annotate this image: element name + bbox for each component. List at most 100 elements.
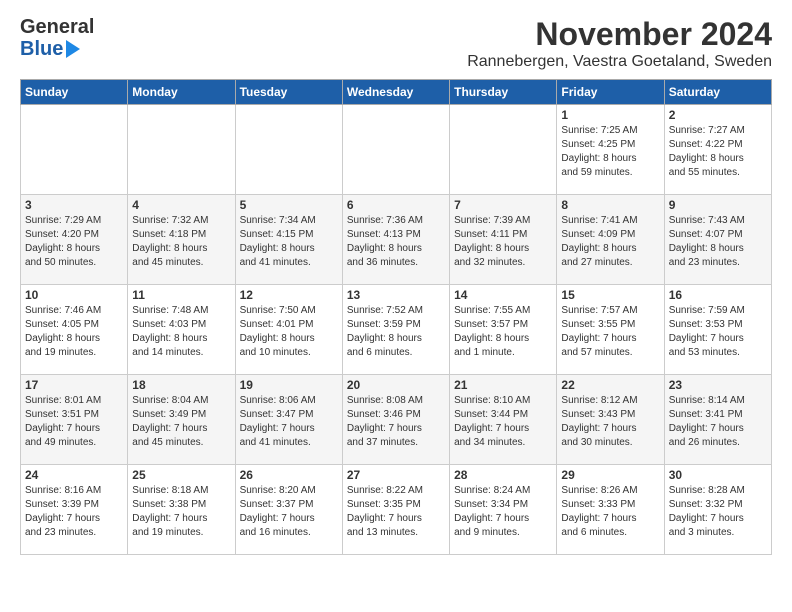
day-number: 7: [454, 198, 552, 212]
calendar-day-cell: 24Sunrise: 8:16 AM Sunset: 3:39 PM Dayli…: [21, 465, 128, 555]
day-info: Sunrise: 8:08 AM Sunset: 3:46 PM Dayligh…: [347, 394, 445, 450]
calendar-day-cell: 18 Sunrise: 8:04 AM Sunset: 3:49 PM Dayli…: [128, 375, 235, 465]
day-number: 9: [669, 198, 767, 212]
day-info: Sunrise: 8:14 AM Sunset: 3:41 PM Dayligh…: [669, 394, 767, 450]
calendar-week-row: 1 Sunrise: 7:25 AM Sunset: 4:25 PM Daylig…: [21, 105, 772, 195]
calendar-day-cell: [21, 105, 128, 195]
day-number: 26: [240, 468, 338, 482]
day-info: Sunrise: 7:43 AM Sunset: 4:07 PM Dayligh…: [669, 214, 767, 270]
day-number: 2: [669, 108, 767, 122]
calendar-day-cell: 9 Sunrise: 7:43 AM Sunset: 4:07 PM Daylig…: [664, 195, 771, 285]
day-info: Sunrise: 8:01 AM Sunset: 3:51 PM Dayligh…: [25, 394, 123, 450]
calendar-day-cell: 23 Sunrise: 8:14 AM Sunset: 3:41 PM Dayli…: [664, 375, 771, 465]
calendar-day-cell: 21Sunrise: 8:10 AM Sunset: 3:44 PM Dayli…: [450, 375, 557, 465]
calendar-day-cell: 10Sunrise: 7:46 AM Sunset: 4:05 PM Dayli…: [21, 285, 128, 375]
logo-blue: Blue: [20, 38, 63, 60]
location-title: Rannebergen, Vaestra Goetaland, Sweden: [467, 53, 772, 71]
day-info: Sunrise: 7:36 AM Sunset: 4:13 PM Dayligh…: [347, 214, 445, 270]
calendar-day-cell: 8Sunrise: 7:41 AM Sunset: 4:09 PM Daylig…: [557, 195, 664, 285]
day-number: 17: [25, 378, 123, 392]
day-info: Sunrise: 8:10 AM Sunset: 3:44 PM Dayligh…: [454, 394, 552, 450]
day-number: 16: [669, 288, 767, 302]
calendar-week-row: 3 Sunrise: 7:29 AM Sunset: 4:20 PM Daylig…: [21, 195, 772, 285]
day-info: Sunrise: 7:52 AM Sunset: 3:59 PM Dayligh…: [347, 304, 445, 360]
calendar-day-cell: 1 Sunrise: 7:25 AM Sunset: 4:25 PM Daylig…: [557, 105, 664, 195]
header: General Blue November 2024 Rannebergen, …: [20, 16, 772, 71]
weekday-header: Wednesday: [342, 80, 449, 105]
calendar: SundayMondayTuesdayWednesdayThursdayFrid…: [20, 79, 772, 555]
day-info: Sunrise: 8:20 AM Sunset: 3:37 PM Dayligh…: [240, 484, 338, 540]
day-number: 18: [132, 378, 230, 392]
day-info: Sunrise: 7:59 AM Sunset: 3:53 PM Dayligh…: [669, 304, 767, 360]
day-info: Sunrise: 7:48 AM Sunset: 4:03 PM Dayligh…: [132, 304, 230, 360]
weekday-header: Saturday: [664, 80, 771, 105]
logo: General Blue: [20, 16, 94, 60]
day-info: Sunrise: 8:16 AM Sunset: 3:39 PM Dayligh…: [25, 484, 123, 540]
weekday-header: Monday: [128, 80, 235, 105]
day-info: Sunrise: 7:55 AM Sunset: 3:57 PM Dayligh…: [454, 304, 552, 360]
calendar-day-cell: 28 Sunrise: 8:24 AM Sunset: 3:34 PM Dayli…: [450, 465, 557, 555]
day-number: 5: [240, 198, 338, 212]
day-number: 28: [454, 468, 552, 482]
day-info: Sunrise: 8:04 AM Sunset: 3:49 PM Dayligh…: [132, 394, 230, 450]
calendar-day-cell: 25Sunrise: 8:18 AM Sunset: 3:38 PM Dayli…: [128, 465, 235, 555]
calendar-day-cell: 2 Sunrise: 7:27 AM Sunset: 4:22 PM Daylig…: [664, 105, 771, 195]
calendar-day-cell: [235, 105, 342, 195]
calendar-day-cell: 12 Sunrise: 7:50 AM Sunset: 4:01 PM Dayli…: [235, 285, 342, 375]
calendar-day-cell: 15Sunrise: 7:57 AM Sunset: 3:55 PM Dayli…: [557, 285, 664, 375]
calendar-day-cell: 11Sunrise: 7:48 AM Sunset: 4:03 PM Dayli…: [128, 285, 235, 375]
day-number: 27: [347, 468, 445, 482]
day-info: Sunrise: 7:41 AM Sunset: 4:09 PM Dayligh…: [561, 214, 659, 270]
logo-arrow-icon: [66, 40, 80, 58]
weekday-header: Sunday: [21, 80, 128, 105]
day-info: Sunrise: 7:57 AM Sunset: 3:55 PM Dayligh…: [561, 304, 659, 360]
day-info: Sunrise: 7:27 AM Sunset: 4:22 PM Dayligh…: [669, 124, 767, 180]
calendar-day-cell: 27 Sunrise: 8:22 AM Sunset: 3:35 PM Dayli…: [342, 465, 449, 555]
calendar-day-cell: [342, 105, 449, 195]
day-info: Sunrise: 7:25 AM Sunset: 4:25 PM Dayligh…: [561, 124, 659, 180]
calendar-day-cell: 4 Sunrise: 7:32 AM Sunset: 4:18 PM Daylig…: [128, 195, 235, 285]
day-number: 19: [240, 378, 338, 392]
day-info: Sunrise: 7:46 AM Sunset: 4:05 PM Dayligh…: [25, 304, 123, 360]
day-number: 14: [454, 288, 552, 302]
day-info: Sunrise: 8:26 AM Sunset: 3:33 PM Dayligh…: [561, 484, 659, 540]
weekday-header: Tuesday: [235, 80, 342, 105]
day-number: 23: [669, 378, 767, 392]
calendar-day-cell: 22 Sunrise: 8:12 AM Sunset: 3:43 PM Dayli…: [557, 375, 664, 465]
day-info: Sunrise: 8:28 AM Sunset: 3:32 PM Dayligh…: [669, 484, 767, 540]
calendar-day-cell: 26 Sunrise: 8:20 AM Sunset: 3:37 PM Dayli…: [235, 465, 342, 555]
calendar-day-cell: 6Sunrise: 7:36 AM Sunset: 4:13 PM Daylig…: [342, 195, 449, 285]
day-info: Sunrise: 8:22 AM Sunset: 3:35 PM Dayligh…: [347, 484, 445, 540]
calendar-day-cell: [128, 105, 235, 195]
day-info: Sunrise: 7:50 AM Sunset: 4:01 PM Dayligh…: [240, 304, 338, 360]
calendar-day-cell: 3 Sunrise: 7:29 AM Sunset: 4:20 PM Daylig…: [21, 195, 128, 285]
day-number: 1: [561, 108, 659, 122]
month-title: November 2024: [467, 16, 772, 53]
day-info: Sunrise: 7:29 AM Sunset: 4:20 PM Dayligh…: [25, 214, 123, 270]
calendar-day-cell: [450, 105, 557, 195]
calendar-day-cell: 14 Sunrise: 7:55 AM Sunset: 3:57 PM Dayli…: [450, 285, 557, 375]
day-info: Sunrise: 7:34 AM Sunset: 4:15 PM Dayligh…: [240, 214, 338, 270]
calendar-day-cell: 16 Sunrise: 7:59 AM Sunset: 3:53 PM Dayli…: [664, 285, 771, 375]
calendar-week-row: 10Sunrise: 7:46 AM Sunset: 4:05 PM Dayli…: [21, 285, 772, 375]
calendar-day-cell: 13 Sunrise: 7:52 AM Sunset: 3:59 PM Dayli…: [342, 285, 449, 375]
day-number: 13: [347, 288, 445, 302]
calendar-week-row: 24Sunrise: 8:16 AM Sunset: 3:39 PM Dayli…: [21, 465, 772, 555]
calendar-day-cell: 5 Sunrise: 7:34 AM Sunset: 4:15 PM Daylig…: [235, 195, 342, 285]
day-number: 12: [240, 288, 338, 302]
calendar-day-cell: 20Sunrise: 8:08 AM Sunset: 3:46 PM Dayli…: [342, 375, 449, 465]
calendar-header-row: SundayMondayTuesdayWednesdayThursdayFrid…: [21, 80, 772, 105]
day-number: 30: [669, 468, 767, 482]
day-number: 22: [561, 378, 659, 392]
day-info: Sunrise: 8:12 AM Sunset: 3:43 PM Dayligh…: [561, 394, 659, 450]
calendar-week-row: 17 Sunrise: 8:01 AM Sunset: 3:51 PM Dayli…: [21, 375, 772, 465]
calendar-day-cell: 7Sunrise: 7:39 AM Sunset: 4:11 PM Daylig…: [450, 195, 557, 285]
title-area: November 2024 Rannebergen, Vaestra Goeta…: [467, 16, 772, 71]
day-number: 25: [132, 468, 230, 482]
day-number: 4: [132, 198, 230, 212]
day-info: Sunrise: 7:32 AM Sunset: 4:18 PM Dayligh…: [132, 214, 230, 270]
weekday-header: Friday: [557, 80, 664, 105]
day-number: 3: [25, 198, 123, 212]
logo-general: General: [20, 16, 94, 38]
day-info: Sunrise: 8:24 AM Sunset: 3:34 PM Dayligh…: [454, 484, 552, 540]
